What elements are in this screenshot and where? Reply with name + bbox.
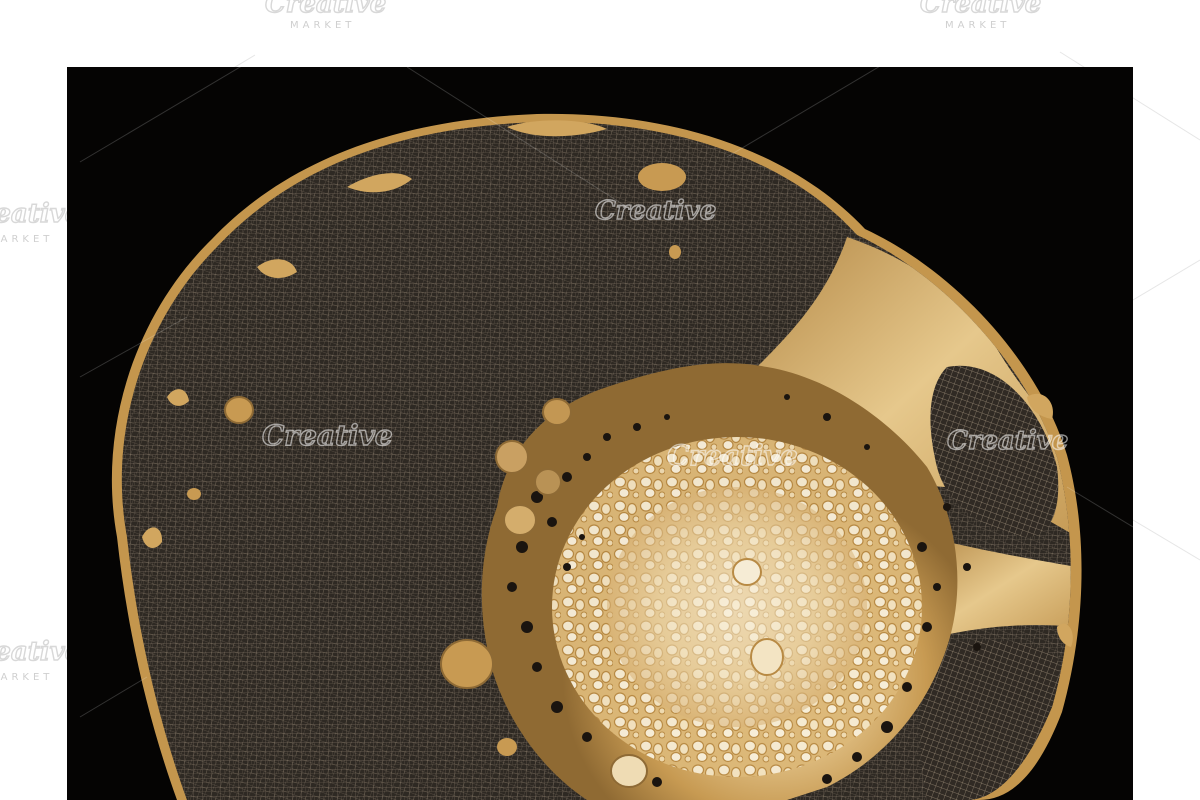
svg-text:Creative: Creative <box>262 419 393 452</box>
svg-text:MARKET: MARKET <box>0 672 53 683</box>
right-lobe-lower <box>920 640 1060 800</box>
svg-text:Creative: Creative <box>667 439 798 472</box>
watermark-photo-4: Creative <box>946 425 1069 456</box>
svg-text:Creative: Creative <box>595 196 716 226</box>
svg-text:Creative: Creative <box>920 0 1041 19</box>
micrograph-photo: Creative Creative Creative Creative <box>67 67 1133 800</box>
svg-text:MARKET: MARKET <box>945 20 1010 31</box>
watermark-photo-2: Creative <box>261 418 393 452</box>
svg-text:MARKET: MARKET <box>290 20 355 31</box>
pith-core <box>607 487 867 727</box>
watermark-photo-3: Creative <box>666 438 798 472</box>
image-canvas: Creative MARKET Creative MARKET Creative… <box>0 0 1200 800</box>
watermark-top-right: Creative MARKET <box>919 0 1042 31</box>
svg-text:Creative: Creative <box>947 426 1068 456</box>
svg-text:Creative: Creative <box>265 0 386 19</box>
svg-text:MARKET: MARKET <box>0 234 53 245</box>
watermark-top-left: Creative MARKET <box>264 0 387 31</box>
watermark-photo-1: Creative <box>594 195 717 226</box>
stem-cross-section: Creative Creative Creative Creative <box>79 67 1133 800</box>
